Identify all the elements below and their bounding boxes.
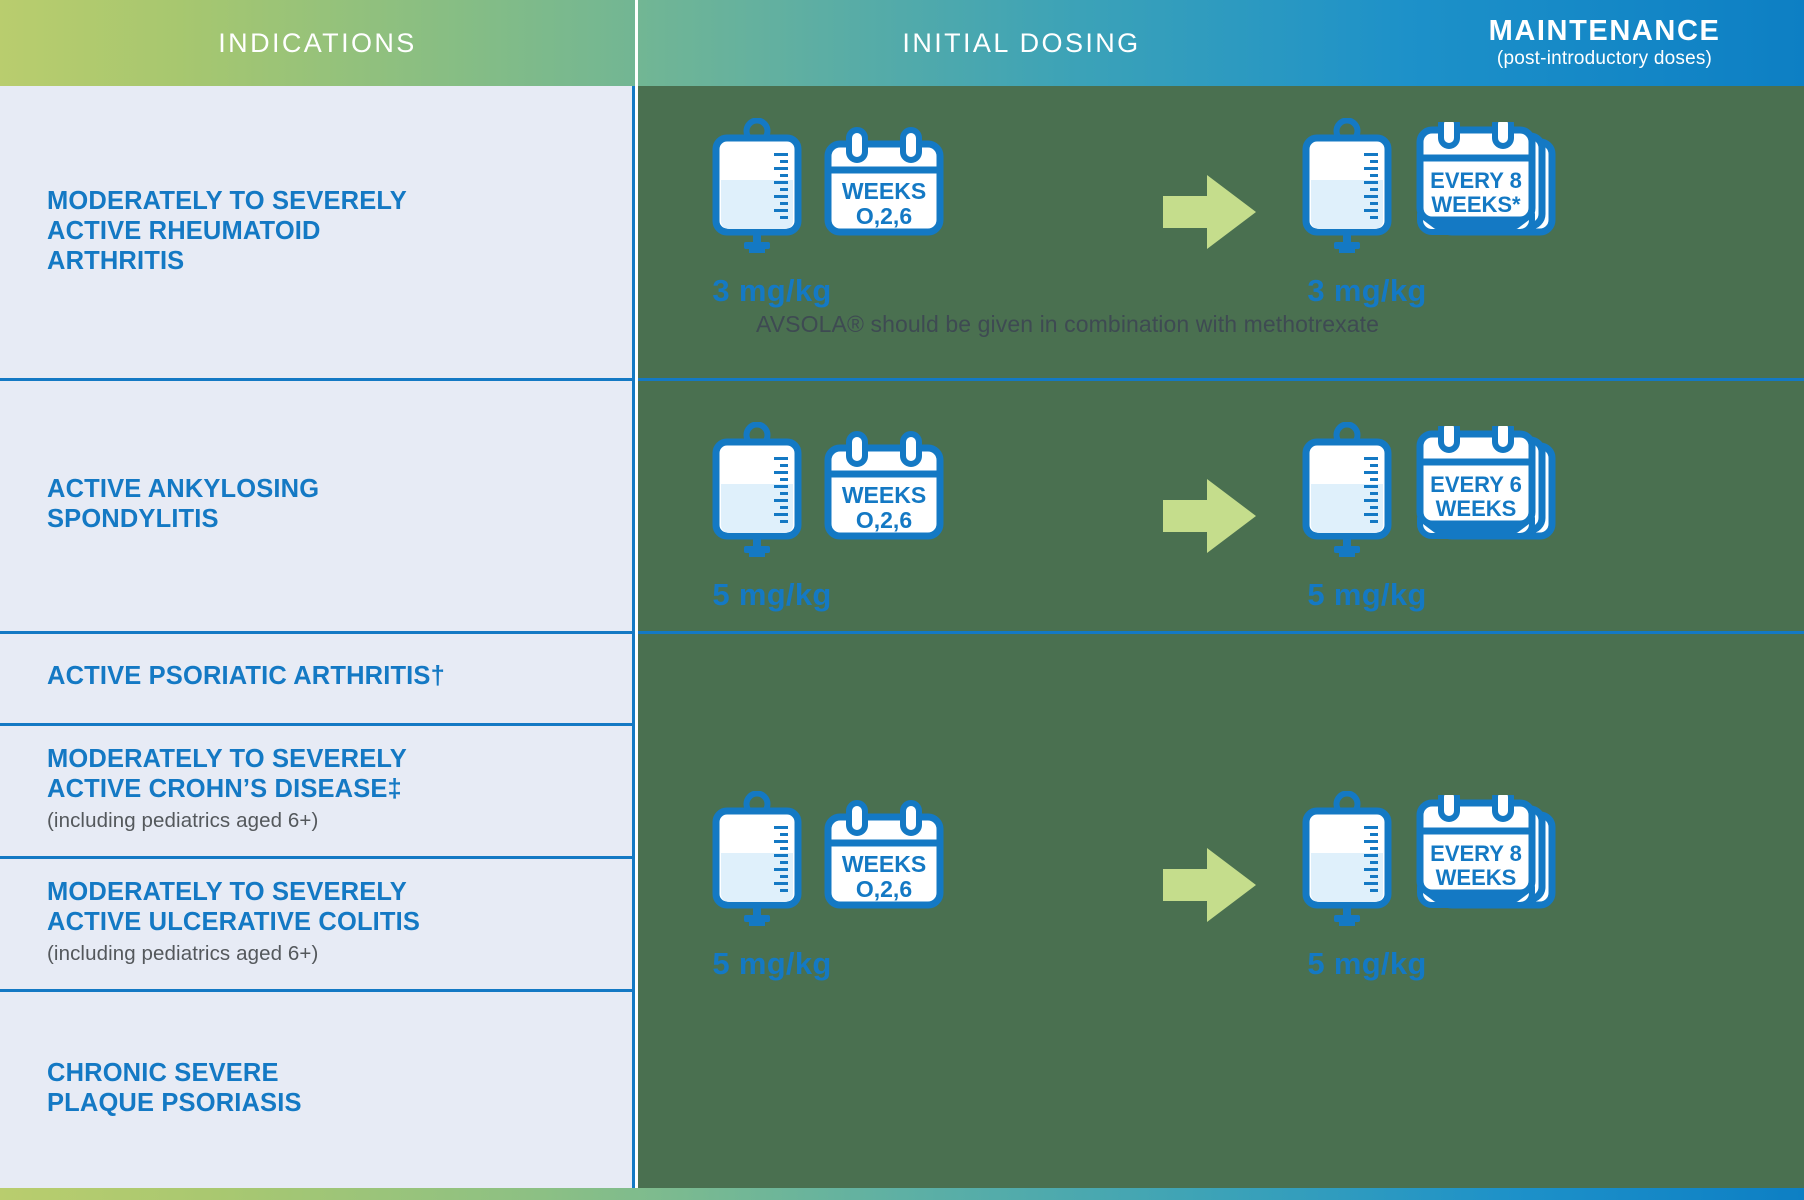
calendar-line1: EVERY 8 [1430, 168, 1522, 193]
regimen-rheumatoid-arthritis: WEEKS O,2,6 3 mg/kg EVERY 8 WEEKS* 3 mg/… [638, 86, 1804, 378]
maintenance-dose-label: 5 mg/kg [1307, 577, 1427, 612]
icon-pair: WEEKS O,2,6 [708, 790, 946, 934]
maintenance-dosing-block: EVERY 6 WEEKS 5 mg/kg [1298, 417, 1562, 613]
calendar-line2: WEEKS [1436, 865, 1517, 890]
icon-pair: EVERY 8 WEEKS [1298, 786, 1562, 934]
indication-title: ACTIVE ANKYLOSING SPONDYLITIS [47, 475, 612, 535]
indication-line: MODERATELY TO SEVERELY [47, 745, 407, 774]
row-divider [0, 989, 632, 992]
indication-row-psoriatic-arthritis[interactable]: ACTIVE PSORIATIC ARTHRITIS† [0, 631, 632, 723]
calendar-line2: WEEKS [1436, 496, 1517, 521]
arrow-right-icon [1163, 172, 1258, 257]
indication-line: MODERATELY TO SEVERELY [47, 187, 407, 216]
calendar-stack-icon: EVERY 6 WEEKS [1412, 417, 1562, 561]
calendar-line2: O,2,6 [856, 876, 912, 902]
icon-pair: EVERY 6 WEEKS [1298, 417, 1562, 565]
indication-line: ACTIVE ULCERATIVE COLITIS [47, 908, 421, 937]
indication-row-ankylosing-spondylitis[interactable]: ACTIVE ANKYLOSING SPONDYLITIS [0, 378, 632, 631]
row-divider [0, 856, 632, 859]
icon-pair: WEEKS O,2,6 [708, 421, 946, 565]
indication-row-ulcerative-colitis[interactable]: MODERATELY TO SEVERELY ACTIVE ULCERATIVE… [0, 856, 632, 989]
chart-body: MODERATELY TO SEVERELY ACTIVE RHEUMATOID… [0, 86, 1804, 1188]
indication-line: ACTIVE RHEUMATOID [47, 217, 321, 246]
indication-row-rheumatoid-arthritis[interactable]: MODERATELY TO SEVERELY ACTIVE RHEUMATOID… [0, 86, 632, 378]
header-maintenance-label: MAINTENANCE [1488, 15, 1721, 48]
iv-bag-icon [1298, 421, 1396, 565]
maintenance-dose-label: 5 mg/kg [1307, 946, 1427, 981]
indication-line: ACTIVE CROHN’S DISEASE‡ [47, 775, 402, 804]
indication-subtitle: (including pediatrics aged 6+) [47, 809, 319, 833]
indication-row-crohns-disease[interactable]: MODERATELY TO SEVERELY ACTIVE CROHN’S DI… [0, 723, 632, 856]
icon-pair: WEEKS O,2,6 [708, 117, 946, 261]
header-cell-initial-dosing: INITIAL DOSING [635, 0, 1405, 86]
calendar-line2: O,2,6 [856, 507, 912, 533]
row-divider [0, 631, 632, 634]
header-initial-dosing-label: INITIAL DOSING [902, 27, 1141, 58]
indication-title: MODERATELY TO SEVERELY ACTIVE CROHN’S DI… [47, 745, 612, 805]
header-indications-label: INDICATIONS [218, 27, 417, 58]
indication-subtitle: (including pediatrics aged 6+) [47, 942, 319, 966]
calendar-icon: WEEKS O,2,6 [822, 799, 946, 916]
row-divider [0, 723, 632, 726]
iv-bag-icon [1298, 790, 1396, 934]
header-cell-indications: INDICATIONS [0, 0, 635, 86]
indication-row-plaque-psoriasis[interactable]: CHRONIC SEVERE PLAQUE PSORIASIS [0, 989, 632, 1188]
chart-header: INDICATIONS INITIAL DOSING MAINTENANCE (… [0, 0, 1804, 86]
indication-line: ACTIVE ANKYLOSING [47, 474, 320, 503]
calendar-line1: WEEKS [842, 178, 926, 204]
iv-bag-icon [1298, 117, 1396, 261]
header-maintenance-sublabel: (post-introductory doses) [1496, 47, 1713, 69]
arrow-right-icon [1163, 476, 1258, 561]
initial-dosing-block: WEEKS O,2,6 5 mg/kg [708, 790, 946, 982]
maintenance-dosing-block: EVERY 8 WEEKS* 3 mg/kg [1298, 113, 1562, 309]
row-divider [0, 378, 632, 381]
maintenance-dosing-block: EVERY 8 WEEKS 5 mg/kg [1298, 786, 1562, 982]
header-cell-maintenance: MAINTENANCE (post-introductory doses) [1405, 0, 1804, 86]
initial-dose-label: 5 mg/kg [712, 946, 832, 981]
iv-bag-icon [708, 421, 806, 565]
calendar-line1: EVERY 6 [1430, 472, 1522, 497]
iv-bag-icon [708, 790, 806, 934]
maintenance-dose-label: 3 mg/kg [1307, 273, 1427, 308]
methotrexate-note: AVSOLA® should be given in combination w… [756, 311, 1380, 337]
indication-line: ARTHRITIS [47, 246, 185, 275]
calendar-line2: WEEKS* [1431, 192, 1521, 217]
calendar-line1: WEEKS [842, 851, 926, 877]
indication-line: PLAQUE PSORIASIS [47, 1088, 302, 1117]
indication-title: MODERATELY TO SEVERELY ACTIVE RHEUMATOID… [47, 187, 612, 276]
indication-title: ACTIVE PSORIATIC ARTHRITIS† [47, 662, 445, 691]
icon-pair: EVERY 8 WEEKS* [1298, 113, 1562, 261]
indication-line: MODERATELY TO SEVERELY [47, 878, 407, 907]
calendar-line1: WEEKS [842, 482, 926, 508]
indication-title: CHRONIC SEVERE PLAQUE PSORIASIS [47, 1059, 612, 1119]
calendar-line1: EVERY 8 [1430, 841, 1522, 866]
initial-dosing-block: WEEKS O,2,6 5 mg/kg [708, 421, 946, 613]
calendar-stack-icon: EVERY 8 WEEKS* [1412, 113, 1562, 257]
dosing-panel: WEEKS O,2,6 3 mg/kg EVERY 8 WEEKS* 3 mg/… [638, 86, 1804, 1188]
calendar-line2: O,2,6 [856, 203, 912, 229]
calendar-stack-icon: EVERY 8 WEEKS [1412, 786, 1562, 930]
indication-line: CHRONIC SEVERE [47, 1058, 279, 1087]
iv-bag-icon [708, 117, 806, 261]
calendar-icon: WEEKS O,2,6 [822, 430, 946, 547]
calendar-icon: WEEKS O,2,6 [822, 126, 946, 243]
indications-column: MODERATELY TO SEVERELY ACTIVE RHEUMATOID… [0, 86, 635, 1188]
initial-dose-label: 5 mg/kg [712, 577, 832, 612]
bottom-gradient-strip [0, 1188, 1804, 1200]
indication-line: SPONDYLITIS [47, 504, 219, 533]
initial-dosing-block: WEEKS O,2,6 3 mg/kg [708, 117, 946, 309]
regimen-other-indications: WEEKS O,2,6 5 mg/kg EVERY 8 WEEKS 5 mg/k… [638, 631, 1804, 1188]
initial-dose-label: 3 mg/kg [712, 273, 832, 308]
dosing-chart: INDICATIONS INITIAL DOSING MAINTENANCE (… [0, 0, 1804, 1200]
regimen-ankylosing-spondylitis: WEEKS O,2,6 5 mg/kg EVERY 6 WEEKS 5 mg/k… [638, 378, 1804, 631]
arrow-right-icon [1163, 845, 1258, 930]
indication-title: MODERATELY TO SEVERELY ACTIVE ULCERATIVE… [47, 878, 612, 938]
